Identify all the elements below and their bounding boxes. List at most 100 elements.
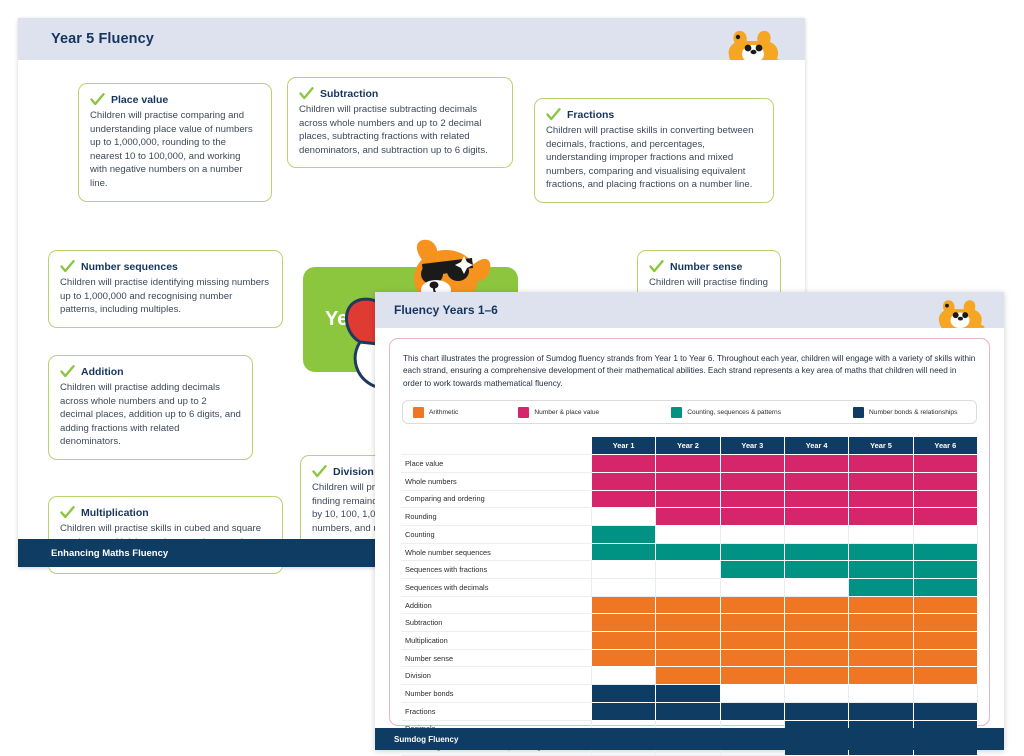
- column-header-year-3: Year 3: [719, 436, 785, 456]
- column-header-year-6: Year 6: [912, 436, 979, 456]
- grid-cell: [783, 524, 850, 544]
- grid-cell: [590, 454, 657, 473]
- fluency-progression-table: Year 1 Year 2 Year 3 Year 4 Year 5 Year 6 Pla…: [401, 436, 979, 756]
- skill-card-text: Children will practise identifying missi…: [60, 277, 270, 316]
- grid-cell: [590, 666, 657, 686]
- grid-cell: [590, 542, 657, 562]
- legend-item: Arithmetic: [413, 406, 459, 418]
- footer-label: Enhancing Maths Fluency: [51, 547, 169, 559]
- grid-cell: [719, 701, 785, 721]
- grid-cell: [719, 507, 785, 526]
- skill-card-title: Division: [333, 466, 374, 478]
- grid-cell: [912, 560, 979, 580]
- grid-cell: [719, 524, 785, 544]
- grid-cell: [848, 648, 914, 668]
- grid-cell: [655, 631, 721, 650]
- grid-cell: [719, 489, 785, 509]
- grid-cell: [783, 507, 850, 526]
- table-row: Subtraction: [401, 613, 979, 633]
- grid-cell: [912, 595, 979, 615]
- grid-cell: [655, 701, 721, 721]
- chart-document-footer: Sumdog Fluency: [375, 728, 1004, 750]
- grid-cell: [719, 542, 785, 562]
- grid-cell: [912, 489, 979, 509]
- skill-card-heading: Subtraction: [299, 87, 501, 102]
- grid-cell: [655, 524, 721, 544]
- skill-card-heading: Addition: [60, 365, 241, 380]
- grid-cell: [783, 578, 850, 597]
- skill-card-title: Place value: [111, 94, 169, 106]
- legend-label: Arithmetic: [429, 408, 459, 416]
- fluency-years-chart-document: Fluency Years 1–6 This chart illustrates…: [375, 292, 1004, 756]
- row-label: Place value: [401, 454, 592, 473]
- table-row: Number bonds: [401, 684, 979, 703]
- table-body: Place value Whole numbers Comparing and or…: [401, 454, 979, 756]
- skill-card-title: Fractions: [567, 109, 615, 121]
- grid-cell: [912, 578, 979, 597]
- grid-cell: [655, 560, 721, 580]
- grid-cell: [719, 560, 785, 580]
- grid-cell: [655, 595, 721, 615]
- grid-cell: [719, 666, 785, 686]
- grid-cell: [590, 578, 657, 597]
- row-label: Addition: [401, 595, 592, 615]
- table-row: Division: [401, 666, 979, 686]
- skill-card-heading: Number sequences: [60, 260, 271, 275]
- grid-cell: [912, 471, 979, 491]
- skill-card-heading: Number sense: [649, 260, 769, 275]
- tick-icon: [299, 87, 314, 100]
- tick-icon: [312, 465, 327, 478]
- grid-cell: [655, 684, 721, 703]
- grid-cell: [912, 524, 979, 544]
- grid-cell: [912, 613, 979, 633]
- table-row: Sequences with decimals: [401, 578, 979, 597]
- grid-cell: [848, 595, 914, 615]
- chart-document-header: Fluency Years 1–6: [375, 292, 1004, 332]
- grid-cell: [912, 631, 979, 650]
- skill-card-title: Number sense: [670, 261, 743, 273]
- column-header-year-2: Year 2: [655, 436, 721, 456]
- grid-cell: [848, 631, 914, 650]
- grid-cell: [590, 507, 657, 526]
- grid-cell: [783, 613, 850, 633]
- grid-cell: [783, 489, 850, 509]
- grid-cell: [655, 454, 721, 473]
- row-label: Multiplication: [401, 631, 592, 650]
- row-label: Sequences with decimals: [401, 578, 592, 597]
- row-label: Sequences with fractions: [401, 560, 592, 580]
- table-row: Rounding: [401, 507, 979, 526]
- grid-cell: [655, 489, 721, 509]
- grid-cell: [655, 666, 721, 686]
- legend-swatch-1: [413, 406, 424, 418]
- column-header-year-4: Year 4: [783, 436, 850, 456]
- table-header-row: Year 1 Year 2 Year 3 Year 4 Year 5 Year 6: [401, 436, 979, 456]
- grid-cell: [719, 595, 785, 615]
- table-row: Comparing and ordering: [401, 489, 979, 509]
- grid-cell: [655, 648, 721, 668]
- grid-cell: [783, 631, 850, 650]
- chart-document-body: This chart illustrates the progression o…: [375, 328, 1004, 756]
- grid-cell: [719, 613, 785, 633]
- grid-cell: [912, 507, 979, 526]
- legend-label: Number & place value: [534, 408, 600, 416]
- grid-cell: [719, 454, 785, 473]
- year5-document-header: Year 5 Fluency: [18, 18, 805, 68]
- skill-card-title: Addition: [81, 366, 124, 378]
- row-label: Subtraction: [401, 613, 592, 633]
- chart-legend: Arithmetic Number & place value Counting, …: [402, 400, 977, 425]
- grid-cell: [848, 507, 914, 526]
- tick-icon: [60, 260, 75, 273]
- grid-cell: [719, 684, 785, 703]
- grid-cell: [912, 666, 979, 686]
- grid-cell: [848, 613, 914, 633]
- skill-card-title: Subtraction: [320, 88, 379, 100]
- grid-cell: [848, 524, 914, 544]
- grid-cell: [783, 560, 850, 580]
- skill-card-title: Number sequences: [81, 261, 178, 273]
- grid-cell: [590, 489, 657, 509]
- skill-card-title: Multiplication: [81, 507, 149, 519]
- grid-cell: [848, 489, 914, 509]
- grid-cell: [783, 595, 850, 615]
- grid-cell: [783, 701, 850, 721]
- column-header-year-1: Year 1: [590, 436, 657, 456]
